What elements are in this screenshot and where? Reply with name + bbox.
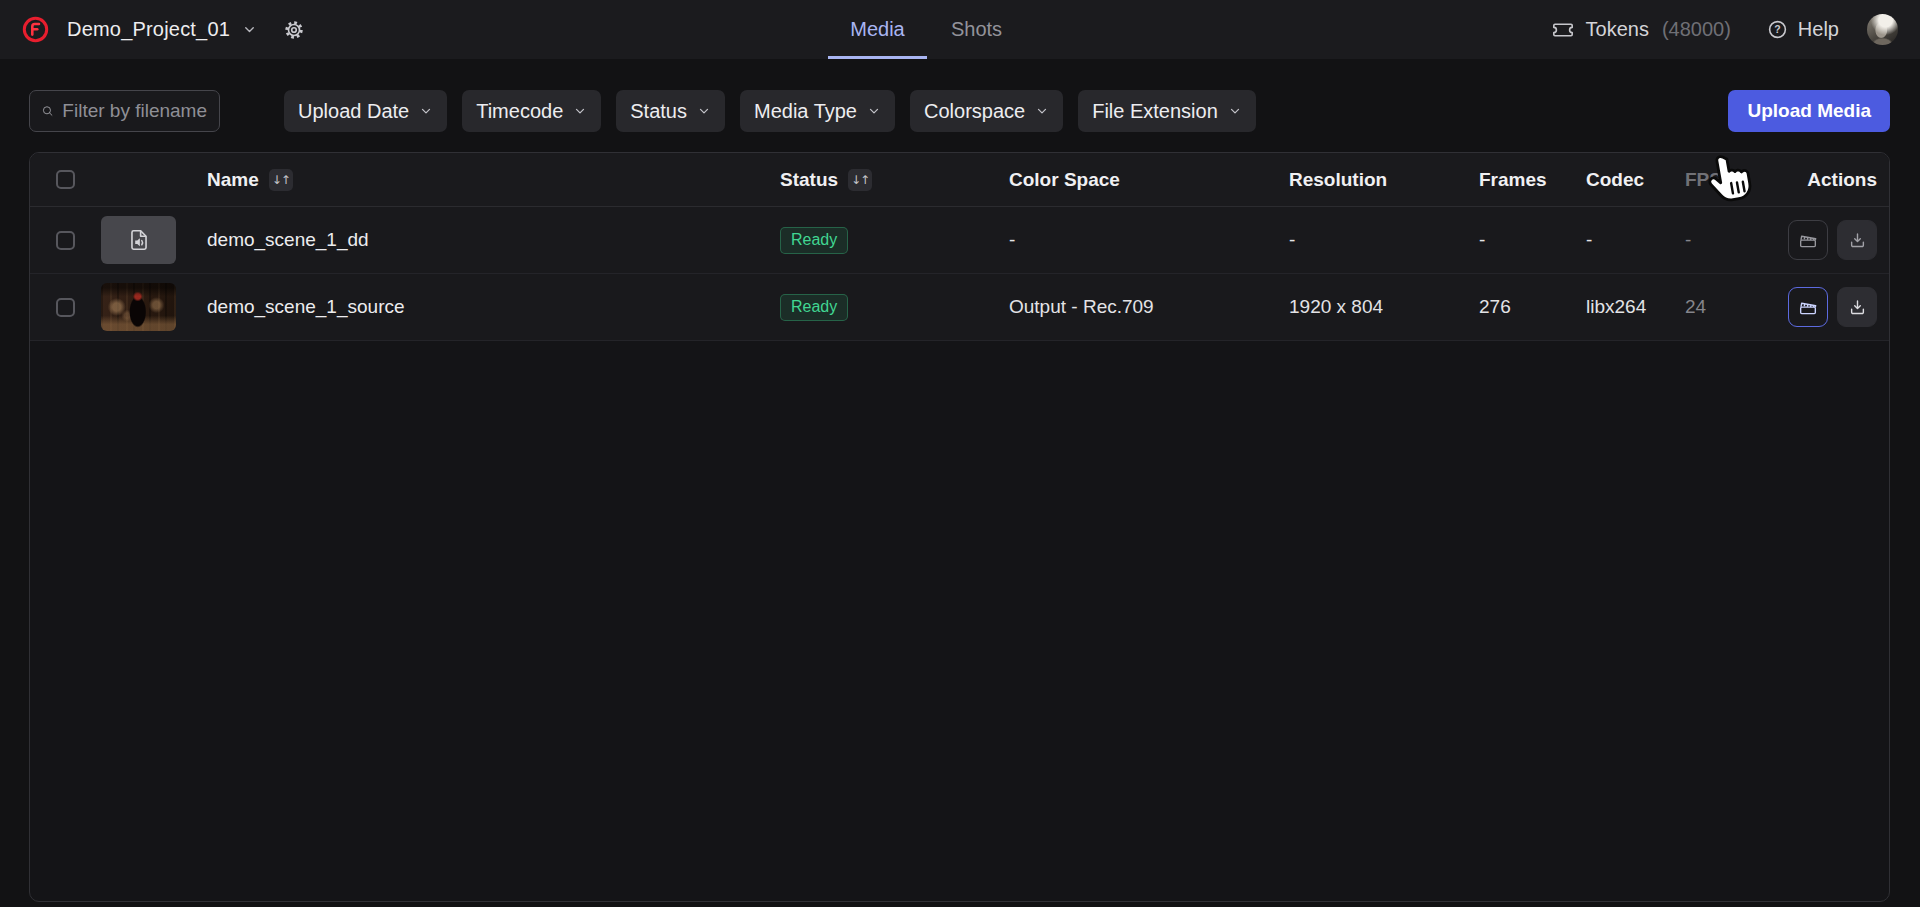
column-header-frames[interactable]: Frames bbox=[1479, 169, 1586, 191]
shots-clapperboard-button[interactable] bbox=[1788, 220, 1828, 260]
project-settings-gear-icon[interactable] bbox=[283, 19, 305, 41]
filter-label: Media Type bbox=[754, 100, 857, 123]
status-cell: Ready bbox=[780, 227, 1009, 254]
filter-label: Colorspace bbox=[924, 100, 1025, 123]
top-bar: Demo_Project_01 Media Shots Tokens (4800… bbox=[0, 0, 1920, 59]
codec-cell: libx264 bbox=[1586, 296, 1685, 318]
row-checkbox[interactable] bbox=[56, 231, 75, 250]
main-tabs: Media Shots bbox=[828, 0, 1026, 59]
audio-file-icon bbox=[126, 227, 152, 253]
upload-media-button[interactable]: Upload Media bbox=[1728, 90, 1890, 132]
column-header-actions: Actions bbox=[1787, 169, 1889, 191]
table-row[interactable]: demo_scene_1_dd Ready - - - - - bbox=[30, 207, 1889, 274]
filter-colorspace[interactable]: Colorspace bbox=[910, 90, 1063, 132]
filter-label: Upload Date bbox=[298, 100, 409, 123]
download-button[interactable] bbox=[1837, 220, 1877, 260]
download-icon bbox=[1847, 230, 1868, 251]
filter-upload-date[interactable]: Upload Date bbox=[284, 90, 447, 132]
tab-media[interactable]: Media bbox=[828, 0, 927, 59]
sort-icon[interactable]: ↓↑ bbox=[269, 169, 293, 191]
mouse-cursor-hand bbox=[1702, 150, 1758, 212]
download-button[interactable] bbox=[1837, 287, 1877, 327]
chevron-down-icon bbox=[697, 104, 711, 118]
filter-status[interactable]: Status bbox=[616, 90, 725, 132]
filter-label: Status bbox=[630, 100, 687, 123]
resolution-cell: 1920 x 804 bbox=[1289, 296, 1479, 318]
help-label: Help bbox=[1798, 18, 1839, 41]
search-placeholder: Filter by filename bbox=[62, 100, 207, 122]
status-badge: Ready bbox=[780, 294, 848, 321]
filter-media-type[interactable]: Media Type bbox=[740, 90, 895, 132]
filter-label: File Extension bbox=[1092, 100, 1218, 123]
filter-label: Timecode bbox=[476, 100, 563, 123]
chevron-down-icon bbox=[1035, 104, 1049, 118]
ticket-icon bbox=[1551, 18, 1575, 42]
fps-cell: - bbox=[1685, 229, 1787, 251]
row-checkbox[interactable] bbox=[56, 298, 75, 317]
colorspace-cell: - bbox=[1009, 229, 1289, 251]
filter-bar: Filter by filename Upload Date Timecode St… bbox=[29, 90, 1890, 132]
media-name[interactable]: demo_scene_1_source bbox=[207, 296, 780, 318]
select-all-checkbox[interactable] bbox=[56, 170, 75, 189]
column-header-resolution[interactable]: Resolution bbox=[1289, 169, 1479, 191]
table-body: demo_scene_1_dd Ready - - - - - bbox=[30, 207, 1889, 341]
chevron-down-icon bbox=[1228, 104, 1242, 118]
media-table: Name ↓↑ Status ↓↑ Color Space Resolution… bbox=[29, 152, 1890, 902]
media-name[interactable]: demo_scene_1_dd bbox=[207, 229, 780, 251]
row-actions bbox=[1787, 220, 1889, 260]
help-circle-icon: ? bbox=[1767, 19, 1788, 40]
filter-dropdowns: Upload Date Timecode Status Media Type Color… bbox=[284, 90, 1256, 132]
row-actions bbox=[1787, 287, 1889, 327]
sort-icon[interactable]: ↓↑ bbox=[848, 169, 872, 191]
filter-timecode[interactable]: Timecode bbox=[462, 90, 601, 132]
column-header-status[interactable]: Status ↓↑ bbox=[780, 169, 1009, 191]
column-header-colorspace[interactable]: Color Space bbox=[1009, 169, 1289, 191]
resolution-cell: - bbox=[1289, 229, 1479, 251]
top-right-cluster: Tokens (48000) ? Help bbox=[1551, 14, 1898, 45]
media-thumbnail[interactable] bbox=[101, 216, 176, 264]
fps-cell: 24 bbox=[1685, 296, 1787, 318]
table-header: Name ↓↑ Status ↓↑ Color Space Resolution… bbox=[30, 153, 1889, 207]
user-avatar[interactable] bbox=[1867, 14, 1898, 45]
project-chevron-down-icon[interactable] bbox=[242, 22, 257, 37]
project-name[interactable]: Demo_Project_01 bbox=[67, 18, 230, 41]
help-button[interactable]: ? Help bbox=[1767, 18, 1839, 41]
status-badge: Ready bbox=[780, 227, 848, 254]
clapperboard-icon bbox=[1797, 296, 1819, 318]
status-cell: Ready bbox=[780, 294, 1009, 321]
codec-cell: - bbox=[1586, 229, 1685, 251]
tokens-label: Tokens bbox=[1586, 18, 1649, 41]
svg-text:?: ? bbox=[1774, 23, 1780, 35]
video-thumbnail[interactable] bbox=[101, 283, 176, 331]
tab-shots[interactable]: Shots bbox=[927, 0, 1026, 59]
column-header-name[interactable]: Name ↓↑ bbox=[207, 169, 780, 191]
filter-file-extension[interactable]: File Extension bbox=[1078, 90, 1256, 132]
search-icon bbox=[42, 101, 53, 121]
chevron-down-icon bbox=[573, 104, 587, 118]
chevron-down-icon bbox=[419, 104, 433, 118]
frames-cell: - bbox=[1479, 229, 1586, 251]
tokens-count: (48000) bbox=[1662, 18, 1731, 41]
download-icon bbox=[1847, 297, 1868, 318]
app-logo-icon[interactable] bbox=[22, 16, 49, 43]
shots-clapperboard-button[interactable] bbox=[1788, 287, 1828, 327]
chevron-down-icon bbox=[867, 104, 881, 118]
tokens-indicator[interactable]: Tokens (48000) bbox=[1551, 18, 1731, 42]
column-header-codec[interactable]: Codec bbox=[1586, 169, 1685, 191]
table-row[interactable]: demo_scene_1_source Ready Output - Rec.7… bbox=[30, 274, 1889, 341]
search-input[interactable]: Filter by filename bbox=[29, 90, 220, 132]
frames-cell: 276 bbox=[1479, 296, 1586, 318]
clapperboard-icon bbox=[1797, 229, 1819, 251]
colorspace-cell: Output - Rec.709 bbox=[1009, 296, 1289, 318]
